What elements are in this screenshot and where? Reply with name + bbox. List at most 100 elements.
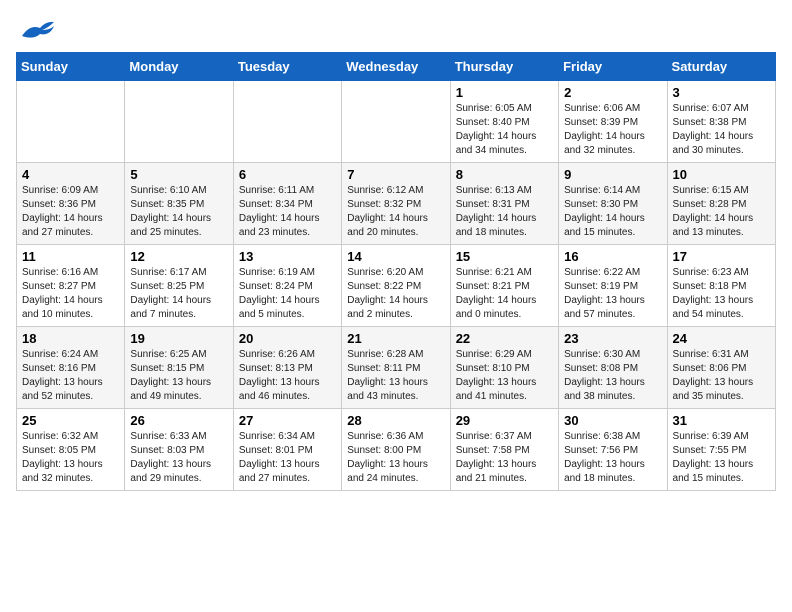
day-number: 1: [456, 85, 553, 100]
day-number: 20: [239, 331, 336, 346]
calendar-cell: 13 Sunrise: 6:19 AM Sunset: 8:24 PM Dayli…: [233, 245, 341, 327]
day-info: Sunrise: 6:22 AM Sunset: 8:19 PM Dayligh…: [564, 266, 661, 322]
day-number: 16: [564, 249, 661, 264]
calendar-body: 1 Sunrise: 6:05 AM Sunset: 8:40 PM Daylig…: [17, 81, 776, 491]
calendar-cell: 4 Sunrise: 6:09 AM Sunset: 8:36 PM Daylig…: [17, 163, 125, 245]
day-number: 29: [456, 413, 553, 428]
logo: [16, 16, 56, 44]
day-info: Sunrise: 6:10 AM Sunset: 8:35 PM Dayligh…: [130, 184, 227, 240]
day-number: 22: [456, 331, 553, 346]
day-info: Sunrise: 6:28 AM Sunset: 8:11 PM Dayligh…: [347, 348, 444, 404]
day-info: Sunrise: 6:39 AM Sunset: 7:55 PM Dayligh…: [673, 430, 770, 486]
day-number: 27: [239, 413, 336, 428]
calendar-week-row: 1 Sunrise: 6:05 AM Sunset: 8:40 PM Daylig…: [17, 81, 776, 163]
calendar-day-header: Sunday: [17, 53, 125, 81]
day-number: 24: [673, 331, 770, 346]
calendar-week-row: 11 Sunrise: 6:16 AM Sunset: 8:27 PM Dayli…: [17, 245, 776, 327]
calendar-cell: [125, 81, 233, 163]
calendar-cell: 15 Sunrise: 6:21 AM Sunset: 8:21 PM Dayli…: [450, 245, 558, 327]
day-info: Sunrise: 6:23 AM Sunset: 8:18 PM Dayligh…: [673, 266, 770, 322]
calendar-cell: 16 Sunrise: 6:22 AM Sunset: 8:19 PM Dayli…: [559, 245, 667, 327]
calendar-cell: [233, 81, 341, 163]
calendar-day-header: Tuesday: [233, 53, 341, 81]
day-info: Sunrise: 6:19 AM Sunset: 8:24 PM Dayligh…: [239, 266, 336, 322]
calendar-cell: [342, 81, 450, 163]
day-info: Sunrise: 6:38 AM Sunset: 7:56 PM Dayligh…: [564, 430, 661, 486]
calendar-cell: 5 Sunrise: 6:10 AM Sunset: 8:35 PM Daylig…: [125, 163, 233, 245]
calendar-cell: 23 Sunrise: 6:30 AM Sunset: 8:08 PM Dayli…: [559, 327, 667, 409]
day-number: 7: [347, 167, 444, 182]
calendar-cell: 11 Sunrise: 6:16 AM Sunset: 8:27 PM Dayli…: [17, 245, 125, 327]
calendar-cell: 19 Sunrise: 6:25 AM Sunset: 8:15 PM Dayli…: [125, 327, 233, 409]
day-number: 17: [673, 249, 770, 264]
calendar-cell: 1 Sunrise: 6:05 AM Sunset: 8:40 PM Daylig…: [450, 81, 558, 163]
day-number: 28: [347, 413, 444, 428]
calendar-cell: 9 Sunrise: 6:14 AM Sunset: 8:30 PM Daylig…: [559, 163, 667, 245]
day-info: Sunrise: 6:05 AM Sunset: 8:40 PM Dayligh…: [456, 102, 553, 158]
calendar-cell: 17 Sunrise: 6:23 AM Sunset: 8:18 PM Dayli…: [667, 245, 775, 327]
day-number: 11: [22, 249, 119, 264]
day-info: Sunrise: 6:20 AM Sunset: 8:22 PM Dayligh…: [347, 266, 444, 322]
calendar-week-row: 25 Sunrise: 6:32 AM Sunset: 8:05 PM Dayli…: [17, 409, 776, 491]
day-info: Sunrise: 6:24 AM Sunset: 8:16 PM Dayligh…: [22, 348, 119, 404]
calendar-cell: 6 Sunrise: 6:11 AM Sunset: 8:34 PM Daylig…: [233, 163, 341, 245]
day-info: Sunrise: 6:30 AM Sunset: 8:08 PM Dayligh…: [564, 348, 661, 404]
calendar-day-header: Saturday: [667, 53, 775, 81]
day-number: 10: [673, 167, 770, 182]
day-info: Sunrise: 6:16 AM Sunset: 8:27 PM Dayligh…: [22, 266, 119, 322]
day-number: 12: [130, 249, 227, 264]
day-number: 25: [22, 413, 119, 428]
calendar-cell: 27 Sunrise: 6:34 AM Sunset: 8:01 PM Dayli…: [233, 409, 341, 491]
day-number: 31: [673, 413, 770, 428]
calendar-day-header: Wednesday: [342, 53, 450, 81]
day-info: Sunrise: 6:06 AM Sunset: 8:39 PM Dayligh…: [564, 102, 661, 158]
day-number: 6: [239, 167, 336, 182]
day-number: 19: [130, 331, 227, 346]
page-header: [16, 16, 776, 44]
calendar-cell: 31 Sunrise: 6:39 AM Sunset: 7:55 PM Dayli…: [667, 409, 775, 491]
day-info: Sunrise: 6:15 AM Sunset: 8:28 PM Dayligh…: [673, 184, 770, 240]
day-number: 3: [673, 85, 770, 100]
calendar-cell: 12 Sunrise: 6:17 AM Sunset: 8:25 PM Dayli…: [125, 245, 233, 327]
calendar-cell: 10 Sunrise: 6:15 AM Sunset: 8:28 PM Dayli…: [667, 163, 775, 245]
day-number: 30: [564, 413, 661, 428]
calendar-cell: 3Sunrise: 6:07 AM Sunset: 8:38 PM Daylig…: [667, 81, 775, 163]
calendar-week-row: 18Sunrise: 6:24 AM Sunset: 8:16 PM Dayli…: [17, 327, 776, 409]
day-info: Sunrise: 6:17 AM Sunset: 8:25 PM Dayligh…: [130, 266, 227, 322]
day-number: 5: [130, 167, 227, 182]
day-number: 8: [456, 167, 553, 182]
day-info: Sunrise: 6:09 AM Sunset: 8:36 PM Dayligh…: [22, 184, 119, 240]
calendar-week-row: 4 Sunrise: 6:09 AM Sunset: 8:36 PM Daylig…: [17, 163, 776, 245]
calendar-cell: 25 Sunrise: 6:32 AM Sunset: 8:05 PM Dayli…: [17, 409, 125, 491]
day-number: 13: [239, 249, 336, 264]
day-number: 15: [456, 249, 553, 264]
day-number: 14: [347, 249, 444, 264]
calendar-cell: 21Sunrise: 6:28 AM Sunset: 8:11 PM Dayli…: [342, 327, 450, 409]
day-info: Sunrise: 6:36 AM Sunset: 8:00 PM Dayligh…: [347, 430, 444, 486]
day-number: 2: [564, 85, 661, 100]
calendar-cell: 14 Sunrise: 6:20 AM Sunset: 8:22 PM Dayli…: [342, 245, 450, 327]
day-info: Sunrise: 6:26 AM Sunset: 8:13 PM Dayligh…: [239, 348, 336, 404]
day-number: 9: [564, 167, 661, 182]
calendar-cell: 30 Sunrise: 6:38 AM Sunset: 7:56 PM Dayli…: [559, 409, 667, 491]
day-info: Sunrise: 6:21 AM Sunset: 8:21 PM Dayligh…: [456, 266, 553, 322]
day-number: 4: [22, 167, 119, 182]
calendar-cell: 8 Sunrise: 6:13 AM Sunset: 8:31 PM Daylig…: [450, 163, 558, 245]
day-info: Sunrise: 6:13 AM Sunset: 8:31 PM Dayligh…: [456, 184, 553, 240]
calendar-cell: 24 Sunrise: 6:31 AM Sunset: 8:06 PM Dayli…: [667, 327, 775, 409]
day-info: Sunrise: 6:14 AM Sunset: 8:30 PM Dayligh…: [564, 184, 661, 240]
calendar-day-header: Thursday: [450, 53, 558, 81]
calendar-day-header: Monday: [125, 53, 233, 81]
calendar-day-header: Friday: [559, 53, 667, 81]
day-info: Sunrise: 6:11 AM Sunset: 8:34 PM Dayligh…: [239, 184, 336, 240]
calendar-cell: 2 Sunrise: 6:06 AM Sunset: 8:39 PM Daylig…: [559, 81, 667, 163]
day-info: Sunrise: 6:25 AM Sunset: 8:15 PM Dayligh…: [130, 348, 227, 404]
day-info: Sunrise: 6:12 AM Sunset: 8:32 PM Dayligh…: [347, 184, 444, 240]
day-info: Sunrise: 6:31 AM Sunset: 8:06 PM Dayligh…: [673, 348, 770, 404]
day-info: Sunrise: 6:33 AM Sunset: 8:03 PM Dayligh…: [130, 430, 227, 486]
day-number: 26: [130, 413, 227, 428]
day-info: Sunrise: 6:32 AM Sunset: 8:05 PM Dayligh…: [22, 430, 119, 486]
day-info: Sunrise: 6:34 AM Sunset: 8:01 PM Dayligh…: [239, 430, 336, 486]
day-info: Sunrise: 6:29 AM Sunset: 8:10 PM Dayligh…: [456, 348, 553, 404]
day-number: 23: [564, 331, 661, 346]
